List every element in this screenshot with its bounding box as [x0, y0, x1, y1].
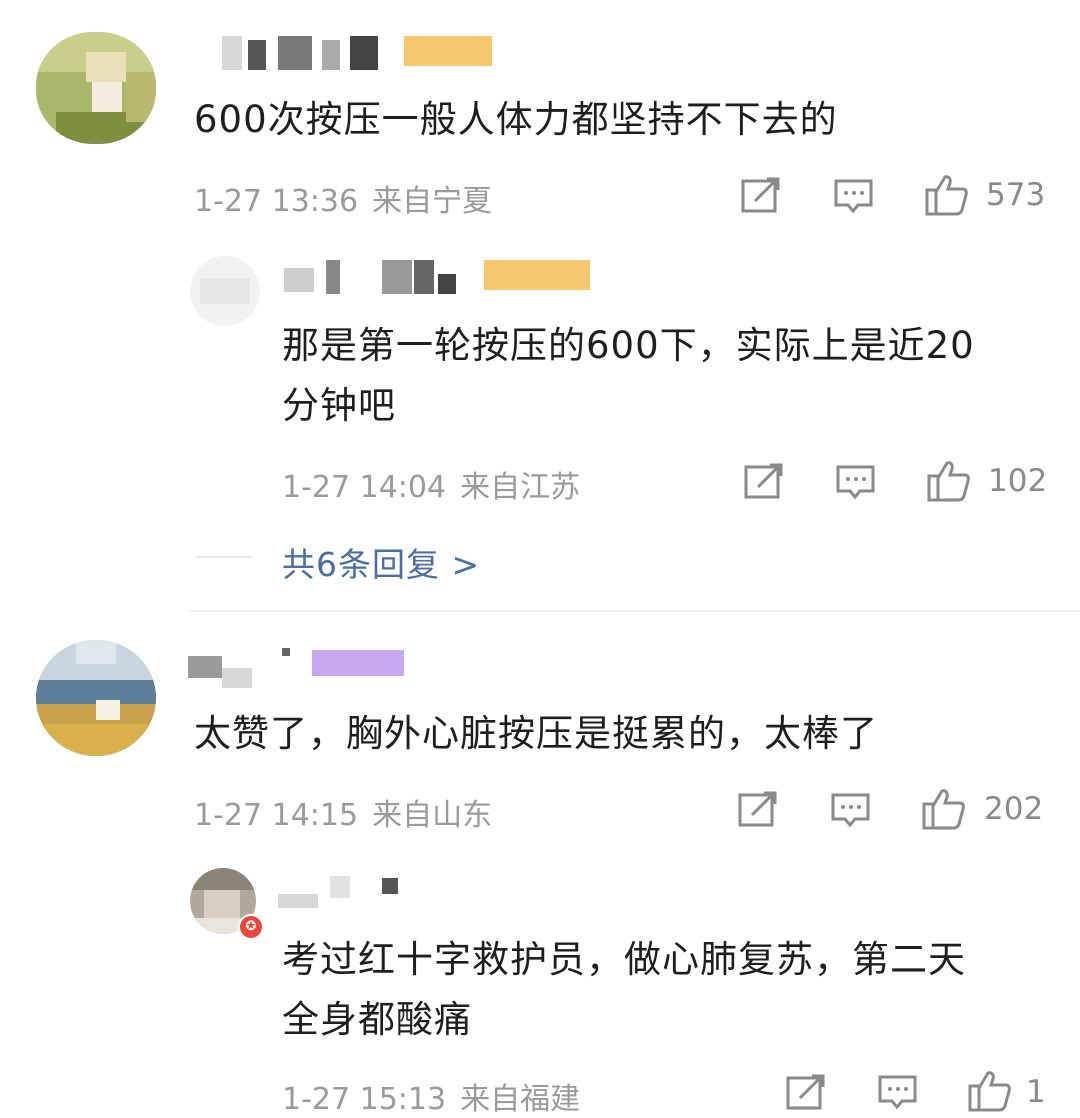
username[interactable]	[222, 36, 492, 72]
vip-badge-icon: ✪	[238, 914, 264, 940]
thumbs-up-icon[interactable]	[922, 788, 966, 830]
share-icon[interactable]	[741, 177, 781, 215]
comment-date: 1-27 14:15	[194, 798, 359, 833]
reply-date: 1-27 14:04	[282, 470, 447, 505]
like-count: 202	[984, 791, 1044, 827]
like-count: 102	[988, 463, 1048, 499]
comment-icon[interactable]	[834, 178, 874, 216]
username[interactable]	[278, 876, 402, 912]
comment-meta: 1-27 13:36 来自宁夏	[194, 176, 492, 220]
comment-location: 来自宁夏	[372, 184, 493, 219]
comment-icon[interactable]	[878, 1074, 918, 1112]
reply-text-line2: 全身都酸痛	[282, 998, 472, 1041]
reply-location: 来自福建	[460, 1082, 581, 1117]
thumbs-up-icon[interactable]	[925, 174, 969, 216]
comment-text: 600次按压一般人体力都坚持不下去的	[194, 98, 838, 141]
username[interactable]	[188, 648, 416, 688]
comment-date: 1-27 13:36	[194, 184, 359, 219]
share-icon[interactable]	[744, 463, 784, 501]
comment-meta: 1-27 14:15 来自山东	[194, 790, 492, 834]
share-icon[interactable]	[786, 1074, 826, 1112]
avatar[interactable]	[36, 640, 156, 756]
reply-thread-line	[196, 556, 252, 558]
more-replies-link[interactable]: 共6条回复 >	[282, 538, 480, 586]
username[interactable]	[284, 260, 590, 296]
share-icon[interactable]	[738, 791, 778, 829]
reply-text-line2: 分钟吧	[282, 384, 396, 427]
reply-text-line1: 那是第一轮按压的600下，实际上是近20	[282, 324, 975, 367]
comment-icon[interactable]	[831, 792, 871, 830]
like-count: 573	[986, 177, 1046, 213]
reply-date: 1-27 15:13	[282, 1082, 447, 1117]
comment-text: 太赞了，胸外心脏按压是挺累的，太棒了	[194, 712, 878, 755]
thumbs-up-icon[interactable]	[968, 1070, 1012, 1112]
comment-icon[interactable]	[836, 464, 876, 502]
comment-divider	[190, 610, 1080, 612]
comment-location: 来自山东	[372, 798, 493, 833]
thumbs-up-icon[interactable]	[927, 460, 971, 502]
reply-meta: 1-27 15:13 来自福建	[282, 1074, 580, 1118]
like-count: 1	[1026, 1074, 1046, 1110]
avatar[interactable]	[190, 256, 260, 326]
reply-location: 来自江苏	[460, 470, 581, 505]
reply-text-line1: 考过红十字救护员，做心肺复苏，第二天	[282, 938, 966, 981]
reply-meta: 1-27 14:04 来自江苏	[282, 462, 580, 506]
avatar[interactable]	[36, 32, 156, 144]
